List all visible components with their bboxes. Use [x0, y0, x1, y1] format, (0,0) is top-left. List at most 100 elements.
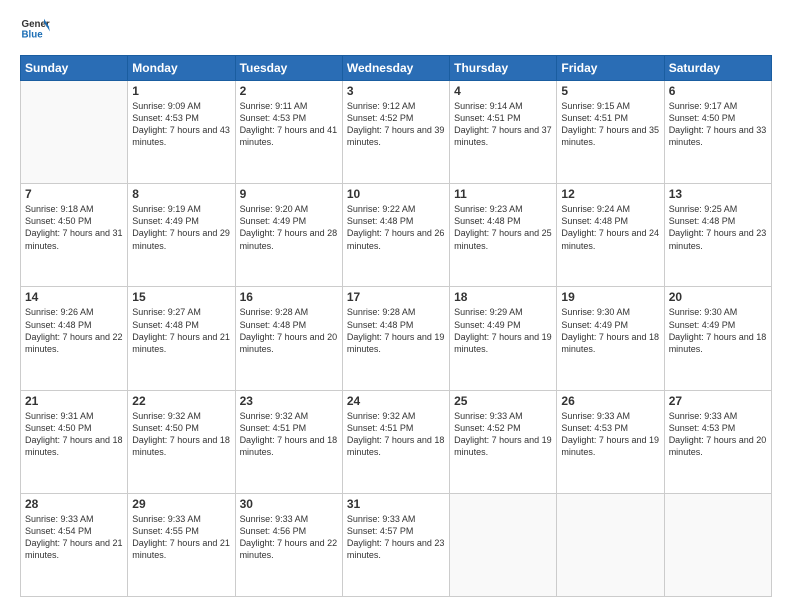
cell-info: Sunrise: 9:25 AM Sunset: 4:48 PM Dayligh…: [669, 203, 767, 252]
calendar-header-wednesday: Wednesday: [342, 56, 449, 81]
day-number: 1: [132, 84, 230, 98]
cell-info: Sunrise: 9:19 AM Sunset: 4:49 PM Dayligh…: [132, 203, 230, 252]
day-number: 9: [240, 187, 338, 201]
day-number: 7: [25, 187, 123, 201]
calendar-header-thursday: Thursday: [450, 56, 557, 81]
cell-info: Sunrise: 9:33 AM Sunset: 4:55 PM Dayligh…: [132, 513, 230, 562]
cell-info: Sunrise: 9:28 AM Sunset: 4:48 PM Dayligh…: [240, 306, 338, 355]
cell-info: Sunrise: 9:15 AM Sunset: 4:51 PM Dayligh…: [561, 100, 659, 149]
calendar-cell: 16 Sunrise: 9:28 AM Sunset: 4:48 PM Dayli…: [235, 287, 342, 390]
day-number: 23: [240, 394, 338, 408]
day-number: 21: [25, 394, 123, 408]
cell-info: Sunrise: 9:28 AM Sunset: 4:48 PM Dayligh…: [347, 306, 445, 355]
cell-info: Sunrise: 9:30 AM Sunset: 4:49 PM Dayligh…: [669, 306, 767, 355]
calendar-header-row: SundayMondayTuesdayWednesdayThursdayFrid…: [21, 56, 772, 81]
day-number: 29: [132, 497, 230, 511]
calendar-cell: 5 Sunrise: 9:15 AM Sunset: 4:51 PM Daylig…: [557, 81, 664, 184]
calendar-cell: 11Sunrise: 9:23 AM Sunset: 4:48 PM Dayli…: [450, 184, 557, 287]
calendar-cell: 8 Sunrise: 9:19 AM Sunset: 4:49 PM Daylig…: [128, 184, 235, 287]
cell-info: Sunrise: 9:18 AM Sunset: 4:50 PM Dayligh…: [25, 203, 123, 252]
day-number: 27: [669, 394, 767, 408]
day-number: 16: [240, 290, 338, 304]
calendar-cell: 25 Sunrise: 9:33 AM Sunset: 4:52 PM Dayli…: [450, 390, 557, 493]
calendar-cell: [450, 493, 557, 596]
calendar-cell: 17 Sunrise: 9:28 AM Sunset: 4:48 PM Dayli…: [342, 287, 449, 390]
cell-info: Sunrise: 9:33 AM Sunset: 4:54 PM Dayligh…: [25, 513, 123, 562]
calendar-cell: [557, 493, 664, 596]
calendar-cell: 1 Sunrise: 9:09 AM Sunset: 4:53 PM Daylig…: [128, 81, 235, 184]
day-number: 18: [454, 290, 552, 304]
day-number: 5: [561, 84, 659, 98]
svg-text:Blue: Blue: [22, 30, 44, 41]
calendar-cell: 22 Sunrise: 9:32 AM Sunset: 4:50 PM Dayli…: [128, 390, 235, 493]
calendar-cell: 14Sunrise: 9:26 AM Sunset: 4:48 PM Dayli…: [21, 287, 128, 390]
cell-info: Sunrise: 9:32 AM Sunset: 4:50 PM Dayligh…: [132, 410, 230, 459]
calendar-cell: 13Sunrise: 9:25 AM Sunset: 4:48 PM Dayli…: [664, 184, 771, 287]
day-number: 25: [454, 394, 552, 408]
calendar-cell: 23 Sunrise: 9:32 AM Sunset: 4:51 PM Dayli…: [235, 390, 342, 493]
day-number: 11: [454, 187, 552, 201]
calendar-cell: 4 Sunrise: 9:14 AM Sunset: 4:51 PM Daylig…: [450, 81, 557, 184]
logo-icon: General Blue: [20, 15, 50, 45]
cell-info: Sunrise: 9:33 AM Sunset: 4:52 PM Dayligh…: [454, 410, 552, 459]
calendar-week-row: 7 Sunrise: 9:18 AM Sunset: 4:50 PM Daylig…: [21, 184, 772, 287]
cell-info: Sunrise: 9:29 AM Sunset: 4:49 PM Dayligh…: [454, 306, 552, 355]
day-number: 8: [132, 187, 230, 201]
calendar-header-friday: Friday: [557, 56, 664, 81]
day-number: 3: [347, 84, 445, 98]
calendar-header-sunday: Sunday: [21, 56, 128, 81]
day-number: 10: [347, 187, 445, 201]
calendar-week-row: 1 Sunrise: 9:09 AM Sunset: 4:53 PM Daylig…: [21, 81, 772, 184]
cell-info: Sunrise: 9:24 AM Sunset: 4:48 PM Dayligh…: [561, 203, 659, 252]
calendar-cell: 12 Sunrise: 9:24 AM Sunset: 4:48 PM Dayli…: [557, 184, 664, 287]
day-number: 19: [561, 290, 659, 304]
calendar-cell: 6Sunrise: 9:17 AM Sunset: 4:50 PM Daylig…: [664, 81, 771, 184]
day-number: 2: [240, 84, 338, 98]
day-number: 24: [347, 394, 445, 408]
day-number: 26: [561, 394, 659, 408]
calendar-cell: 24 Sunrise: 9:32 AM Sunset: 4:51 PM Dayli…: [342, 390, 449, 493]
calendar-header-saturday: Saturday: [664, 56, 771, 81]
calendar-cell: 31Sunrise: 9:33 AM Sunset: 4:57 PM Dayli…: [342, 493, 449, 596]
calendar-cell: 19 Sunrise: 9:30 AM Sunset: 4:49 PM Dayli…: [557, 287, 664, 390]
calendar-cell: 20Sunrise: 9:30 AM Sunset: 4:49 PM Dayli…: [664, 287, 771, 390]
day-number: 15: [132, 290, 230, 304]
calendar-cell: 18 Sunrise: 9:29 AM Sunset: 4:49 PM Dayli…: [450, 287, 557, 390]
cell-info: Sunrise: 9:30 AM Sunset: 4:49 PM Dayligh…: [561, 306, 659, 355]
cell-info: Sunrise: 9:22 AM Sunset: 4:48 PM Dayligh…: [347, 203, 445, 252]
calendar-header-tuesday: Tuesday: [235, 56, 342, 81]
page-header: General Blue: [20, 15, 772, 45]
cell-info: Sunrise: 9:33 AM Sunset: 4:57 PM Dayligh…: [347, 513, 445, 562]
calendar-cell: [21, 81, 128, 184]
calendar-header-monday: Monday: [128, 56, 235, 81]
calendar-cell: 2Sunrise: 9:11 AM Sunset: 4:53 PM Daylig…: [235, 81, 342, 184]
day-number: 28: [25, 497, 123, 511]
calendar-cell: 21 Sunrise: 9:31 AM Sunset: 4:50 PM Dayli…: [21, 390, 128, 493]
cell-info: Sunrise: 9:31 AM Sunset: 4:50 PM Dayligh…: [25, 410, 123, 459]
calendar-cell: [664, 493, 771, 596]
cell-info: Sunrise: 9:12 AM Sunset: 4:52 PM Dayligh…: [347, 100, 445, 149]
cell-info: Sunrise: 9:14 AM Sunset: 4:51 PM Dayligh…: [454, 100, 552, 149]
calendar-cell: 7 Sunrise: 9:18 AM Sunset: 4:50 PM Daylig…: [21, 184, 128, 287]
day-number: 12: [561, 187, 659, 201]
calendar-week-row: 28 Sunrise: 9:33 AM Sunset: 4:54 PM Dayli…: [21, 493, 772, 596]
calendar-cell: 3 Sunrise: 9:12 AM Sunset: 4:52 PM Daylig…: [342, 81, 449, 184]
calendar-cell: 15Sunrise: 9:27 AM Sunset: 4:48 PM Dayli…: [128, 287, 235, 390]
calendar-week-row: 14Sunrise: 9:26 AM Sunset: 4:48 PM Dayli…: [21, 287, 772, 390]
cell-info: Sunrise: 9:09 AM Sunset: 4:53 PM Dayligh…: [132, 100, 230, 149]
cell-info: Sunrise: 9:32 AM Sunset: 4:51 PM Dayligh…: [240, 410, 338, 459]
cell-info: Sunrise: 9:26 AM Sunset: 4:48 PM Dayligh…: [25, 306, 123, 355]
day-number: 22: [132, 394, 230, 408]
calendar-cell: 28 Sunrise: 9:33 AM Sunset: 4:54 PM Dayli…: [21, 493, 128, 596]
day-number: 4: [454, 84, 552, 98]
day-number: 6: [669, 84, 767, 98]
calendar-table: SundayMondayTuesdayWednesdayThursdayFrid…: [20, 55, 772, 597]
cell-info: Sunrise: 9:20 AM Sunset: 4:49 PM Dayligh…: [240, 203, 338, 252]
day-number: 17: [347, 290, 445, 304]
cell-info: Sunrise: 9:32 AM Sunset: 4:51 PM Dayligh…: [347, 410, 445, 459]
calendar-week-row: 21 Sunrise: 9:31 AM Sunset: 4:50 PM Dayli…: [21, 390, 772, 493]
day-number: 30: [240, 497, 338, 511]
calendar-cell: 26Sunrise: 9:33 AM Sunset: 4:53 PM Dayli…: [557, 390, 664, 493]
calendar-cell: 29 Sunrise: 9:33 AM Sunset: 4:55 PM Dayli…: [128, 493, 235, 596]
logo: General Blue: [20, 15, 50, 45]
